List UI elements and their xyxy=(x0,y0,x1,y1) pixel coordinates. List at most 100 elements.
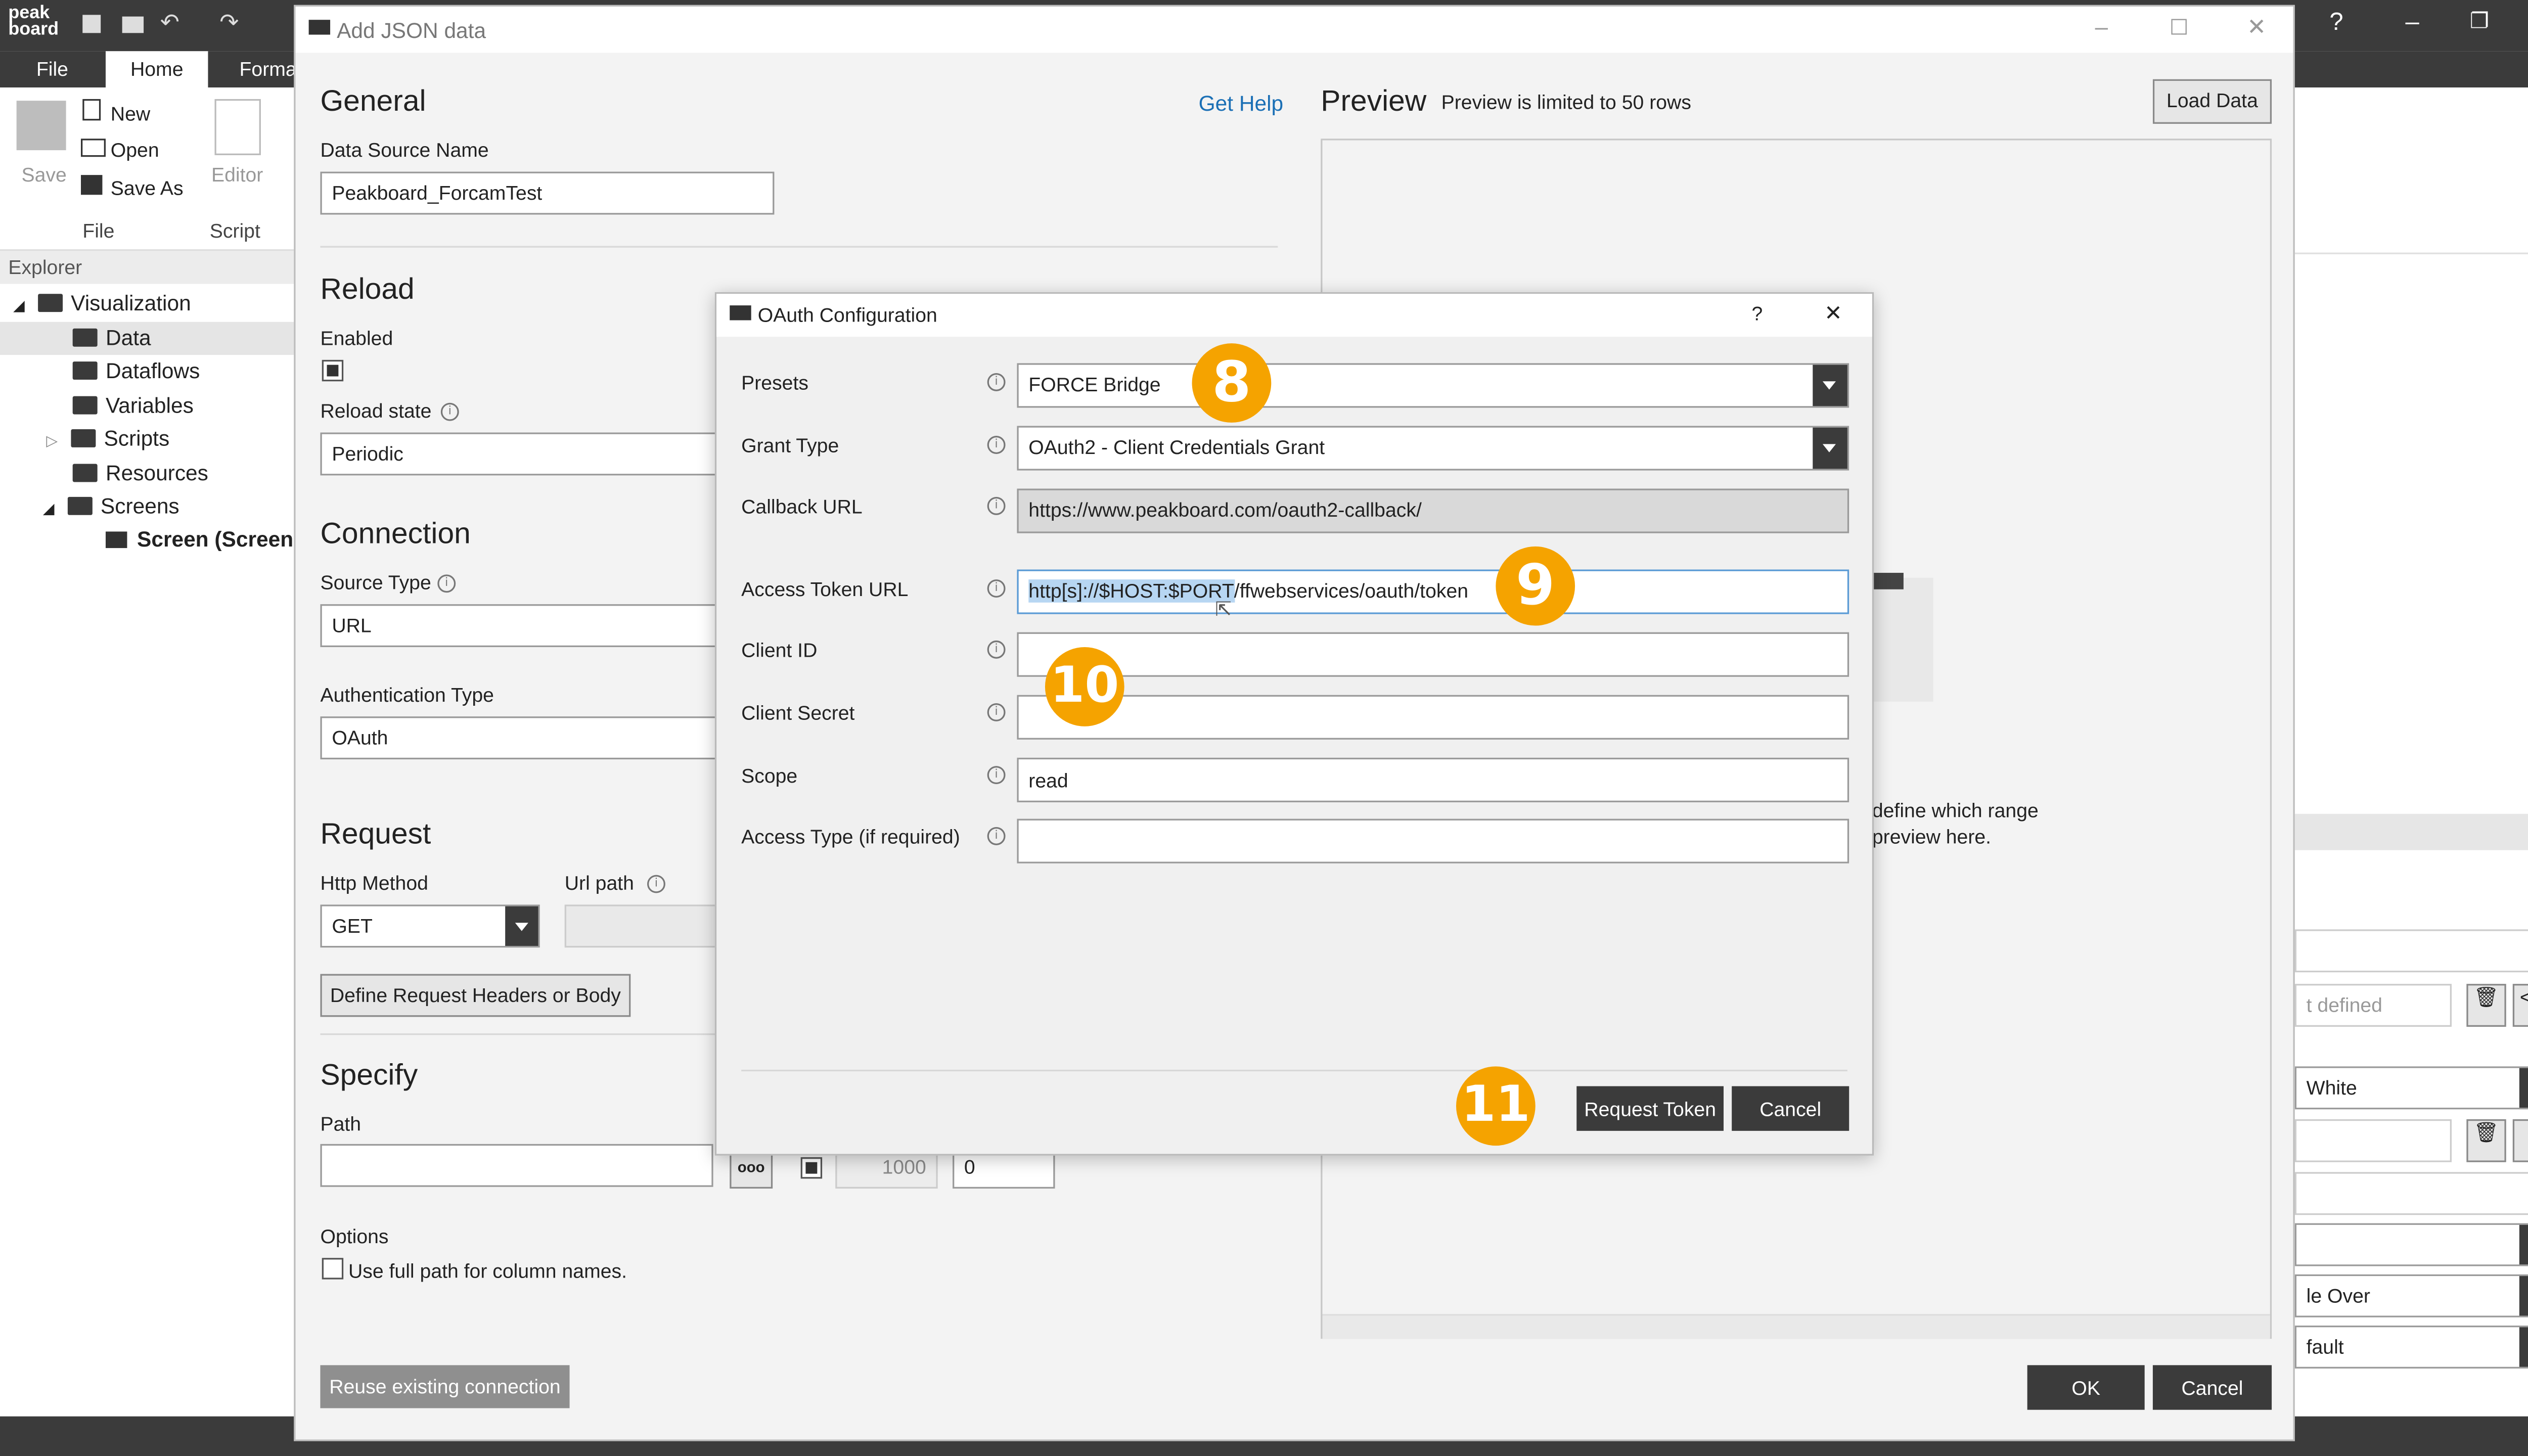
presets-dropdown[interactable]: FORCE Bridge xyxy=(1017,363,1849,408)
new-icon xyxy=(82,99,101,121)
oauth-dialog: OAuth Configuration ? ✕ Presets i FORCE … xyxy=(714,292,1874,1156)
ribbon-editor-label[interactable]: Editor xyxy=(211,163,263,187)
url-path-input[interactable] xyxy=(564,904,730,948)
tree-item-visualization[interactable]: ◢ Visualization xyxy=(13,287,191,320)
http-method-label: Http Method xyxy=(320,872,428,895)
preview-hscrollbar[interactable] xyxy=(1322,1314,2270,1339)
full-path-checkbox[interactable] xyxy=(322,1258,344,1280)
close-icon[interactable]: ✕ xyxy=(2247,13,2266,41)
info-icon: i xyxy=(987,703,1006,721)
chevron-down-icon[interactable] xyxy=(2519,1224,2528,1265)
undo-icon[interactable]: ↶ xyxy=(160,8,179,36)
tab-home[interactable]: Home xyxy=(105,51,208,88)
reuse-connection-button[interactable]: Reuse existing connection xyxy=(320,1365,570,1408)
tree-item-variables[interactable]: Variables xyxy=(72,390,194,423)
path-label: Path xyxy=(320,1112,362,1136)
reload-heading: Reload xyxy=(320,272,415,306)
panel-default-dropdown[interactable]: fault xyxy=(2294,1326,2528,1369)
load-data-button[interactable]: Load Data xyxy=(2152,79,2272,124)
save-icon[interactable] xyxy=(82,15,101,33)
auth-type-dropdown[interactable]: OAuth xyxy=(320,716,750,760)
info-icon: i xyxy=(987,496,1006,515)
ribbon-save-label[interactable]: Save xyxy=(21,163,66,187)
tree-item-dataflows[interactable]: Dataflows xyxy=(72,355,200,388)
help-icon[interactable]: ? xyxy=(2329,8,2343,36)
tree-item-resources[interactable]: Resources xyxy=(72,457,208,490)
cancel-button[interactable]: Cancel xyxy=(2152,1365,2272,1410)
oauth-cancel-button[interactable]: Cancel xyxy=(1732,1086,1849,1131)
ribbon-open-button[interactable]: Open xyxy=(111,139,159,162)
close-icon[interactable]: ✕ xyxy=(1824,300,1842,327)
panel-dropdown-4[interactable] xyxy=(2294,1223,2528,1266)
enabled-label: Enabled xyxy=(320,327,393,350)
data-source-name-input[interactable]: Peakboard_ForcamTest xyxy=(320,171,775,215)
chevron-down-icon[interactable] xyxy=(2519,1276,2528,1316)
delete-icon[interactable]: 🗑 xyxy=(2466,1119,2506,1162)
panel-color-dropdown[interactable]: White xyxy=(2294,1066,2528,1110)
chevron-down-icon[interactable] xyxy=(1813,427,1847,469)
get-help-link[interactable]: Get Help xyxy=(1199,91,1284,116)
full-path-label: Use full path for column names. xyxy=(348,1259,627,1283)
link-icon[interactable]: ∞ xyxy=(2512,1119,2528,1162)
client-id-input[interactable] xyxy=(1017,632,1849,677)
maximize-icon[interactable]: ☐ xyxy=(2170,15,2189,41)
panel-field-3[interactable] xyxy=(2294,1172,2528,1215)
step-badge-10: 10 xyxy=(1045,647,1124,726)
monitor-icon xyxy=(105,531,127,549)
tree-item-scripts[interactable]: ▷ Scripts xyxy=(46,423,169,456)
preview-hint-line1: define which range xyxy=(1872,799,2039,823)
source-type-dropdown[interactable]: URL xyxy=(320,604,750,647)
ok-button[interactable]: OK xyxy=(2027,1365,2145,1410)
info-icon: i xyxy=(440,402,459,421)
connection-heading: Connection xyxy=(320,517,471,550)
rows-checkbox[interactable] xyxy=(800,1157,823,1179)
ribbon-new-button[interactable]: New xyxy=(111,102,150,125)
panel-field-not-defined[interactable]: t defined xyxy=(2294,984,2452,1027)
help-icon[interactable]: ? xyxy=(1751,302,1763,326)
properties-panel: t defined 🗑 </> White 🗑 ∞ le Over fault xyxy=(2294,87,2528,1417)
folder-icon xyxy=(72,361,98,380)
minimize-icon[interactable]: – xyxy=(2406,8,2419,36)
define-headers-button[interactable]: Define Request Headers or Body xyxy=(320,974,631,1017)
reload-state-label: Reload state xyxy=(320,399,432,423)
scope-input[interactable]: read xyxy=(1017,757,1849,802)
tree-item-data[interactable]: Data xyxy=(0,322,294,355)
reload-state-dropdown[interactable]: Periodic xyxy=(320,432,750,476)
client-secret-input[interactable] xyxy=(1017,695,1849,740)
code-icon[interactable]: </> xyxy=(2512,984,2528,1027)
editor-icon[interactable] xyxy=(214,99,261,155)
url-path-label: Url path xyxy=(564,872,634,895)
request-token-button[interactable]: Request Token xyxy=(1576,1086,1724,1131)
restore-icon[interactable]: ❐ xyxy=(2470,8,2489,34)
tree-item-screens[interactable]: ◢ Screens xyxy=(43,490,179,523)
open-folder-icon[interactable] xyxy=(122,16,144,33)
tab-file[interactable]: File xyxy=(36,58,68,81)
tree-item-screen[interactable]: Screen (Screen xyxy=(105,523,293,556)
panel-field-1[interactable] xyxy=(2294,929,2528,973)
client-secret-label: Client Secret xyxy=(741,701,855,725)
chevron-down-icon[interactable] xyxy=(1813,365,1847,406)
tab-format[interactable]: Forma xyxy=(239,58,296,81)
preview-note: Preview is limited to 50 rows xyxy=(1441,90,1691,114)
access-type-input[interactable] xyxy=(1017,818,1849,863)
minimize-icon[interactable]: – xyxy=(2095,13,2108,39)
grant-type-dropdown[interactable]: OAuth2 - Client Credentials Grant xyxy=(1017,426,1849,471)
save-large-icon[interactable] xyxy=(16,101,66,151)
ribbon-save-as-button[interactable]: Save As xyxy=(111,176,184,200)
panel-fade-dropdown[interactable]: le Over xyxy=(2294,1274,2528,1317)
path-input[interactable] xyxy=(320,1144,713,1187)
panel-field-2[interactable] xyxy=(2294,1119,2452,1162)
callback-url-input[interactable]: https://www.peakboard.com/oauth2-callbac… xyxy=(1017,488,1849,533)
folder-icon xyxy=(72,464,98,482)
chevron-down-icon[interactable] xyxy=(2519,1327,2528,1367)
info-icon: i xyxy=(987,436,1006,454)
chevron-down-icon[interactable] xyxy=(2519,1068,2528,1108)
delete-icon[interactable]: 🗑 xyxy=(2466,984,2506,1027)
explorer-tree: ◢ Visualization Data Dataflows Variables … xyxy=(0,287,294,552)
auth-type-label: Authentication Type xyxy=(320,683,494,707)
chevron-down-icon[interactable] xyxy=(505,906,538,946)
enabled-checkbox[interactable] xyxy=(322,359,344,382)
redo-icon[interactable]: ↷ xyxy=(219,8,239,36)
access-token-url-input[interactable]: http[s]://$HOST:$PORT/ffwebservices/oaut… xyxy=(1017,569,1849,614)
folder-icon xyxy=(72,396,98,415)
